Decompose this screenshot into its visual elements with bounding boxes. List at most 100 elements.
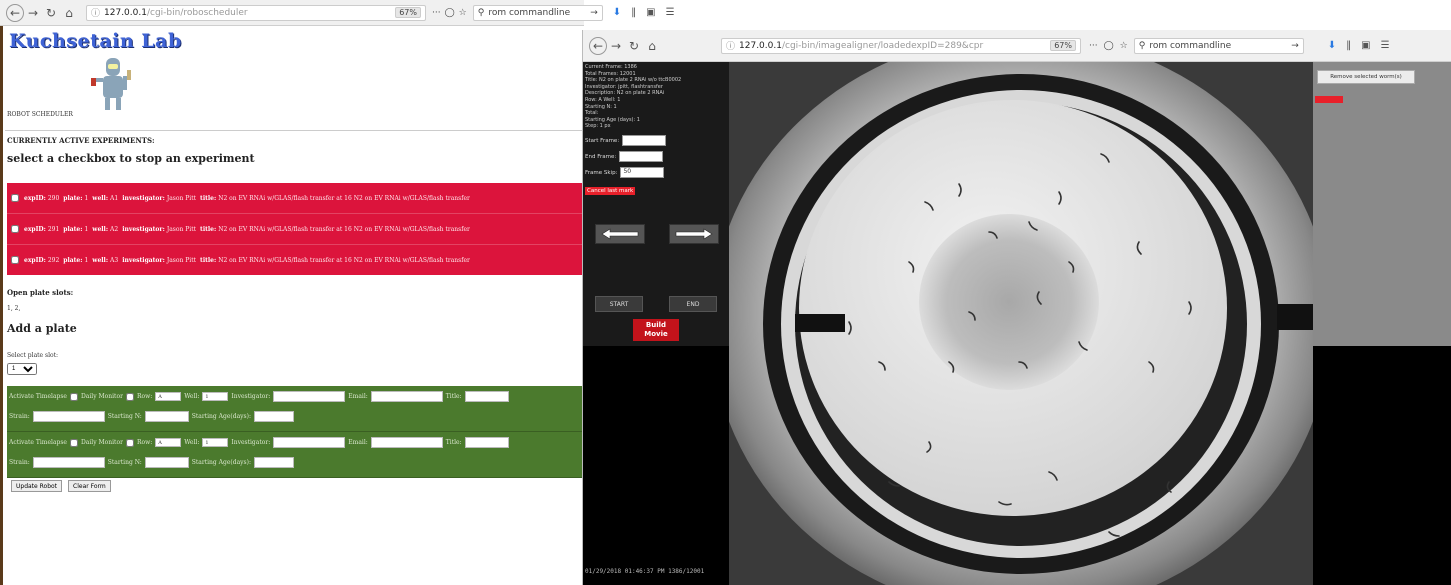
control-panel: Current Frame: 1386 Total Frames: 12001 … xyxy=(583,62,729,346)
starting-age-input[interactable] xyxy=(253,411,294,422)
zoom-level[interactable]: 67% xyxy=(395,7,421,18)
search-text: rom commandline xyxy=(488,7,571,18)
investigator-label: investigator: xyxy=(122,225,165,233)
sidebar-icon[interactable]: ▣ xyxy=(1361,40,1370,51)
home-icon[interactable]: ⌂ xyxy=(60,4,78,22)
starting-n-input[interactable] xyxy=(144,411,189,422)
row-select[interactable]: A xyxy=(155,392,182,401)
download-icon[interactable]: ⬇ xyxy=(1328,40,1336,51)
library-icon[interactable]: ‖ xyxy=(631,7,636,18)
plate-slot-select[interactable]: 1 xyxy=(7,363,37,375)
end-frame-input[interactable] xyxy=(619,151,664,162)
timelapse-checkbox[interactable] xyxy=(70,438,78,447)
plate-form: Activate Timelapse Daily Monitor Row: A … xyxy=(7,432,584,478)
previous-frame-button[interactable] xyxy=(595,224,645,244)
selection-indicator xyxy=(1315,96,1343,103)
reload-icon[interactable]: ↻ xyxy=(625,37,643,55)
well-select[interactable]: 1 xyxy=(202,392,229,401)
more-actions-icon[interactable]: ··· xyxy=(432,8,441,18)
daily-monitor-checkbox[interactable] xyxy=(125,438,134,447)
menu-icon[interactable]: ☰ xyxy=(666,7,675,18)
search-go-icon[interactable]: → xyxy=(590,8,598,18)
info-line: Description: N2 on plate 2 RNAi xyxy=(585,90,665,97)
title-value: N2 on EV RNAi w/GLAS/flash transfer at 1… xyxy=(218,225,470,233)
daily-monitor-checkbox[interactable] xyxy=(125,392,134,401)
end-frame-row: End Frame: xyxy=(585,151,664,162)
title-label: Title: xyxy=(445,393,462,400)
title-input[interactable] xyxy=(464,437,509,448)
expid-value: 290 xyxy=(47,194,60,202)
left-search-bar[interactable]: ⚲ rom commandline → xyxy=(472,4,603,21)
title-label: Title: xyxy=(445,439,462,446)
more-actions-icon[interactable]: ··· xyxy=(1089,41,1098,51)
title-label: title: xyxy=(200,225,217,233)
worm-plate-image[interactable] xyxy=(729,62,1313,585)
zoom-level[interactable]: 67% xyxy=(1050,40,1076,51)
row-select[interactable]: A xyxy=(155,438,182,447)
starting-n-input[interactable] xyxy=(144,457,189,468)
home-icon[interactable]: ⌂ xyxy=(643,37,661,55)
start-button[interactable]: START xyxy=(595,296,643,312)
investigator-value: Jason Pitt xyxy=(166,256,197,264)
search-go-icon[interactable]: → xyxy=(1291,41,1299,51)
email-input[interactable] xyxy=(370,391,443,402)
pocket-icon[interactable]: ◯ xyxy=(1104,41,1114,51)
daily-monitor-label: Daily Monitor xyxy=(81,439,123,446)
build-movie-button[interactable]: Build Movie xyxy=(633,319,679,341)
stop-experiment-checkbox[interactable] xyxy=(11,194,19,202)
stop-experiment-checkbox[interactable] xyxy=(11,225,19,233)
info-line: Total Frames: 12001 xyxy=(585,70,636,77)
email-label: Email: xyxy=(348,439,368,446)
row-label: Row: xyxy=(136,393,153,400)
update-robot-button[interactable]: Update Robot xyxy=(11,480,63,492)
forward-arrow-icon[interactable]: → xyxy=(607,37,625,55)
strain-input[interactable] xyxy=(32,457,105,468)
plate-label: plate: xyxy=(63,194,83,202)
back-arrow-icon[interactable]: ← xyxy=(589,36,607,55)
bookmark-star-icon[interactable]: ☆ xyxy=(1120,41,1128,51)
investigator-input[interactable] xyxy=(273,437,346,448)
info-line: Title: N2 on plate 2 RNAi w/o ttcB0002 xyxy=(585,77,682,84)
sidebar-icon[interactable]: ▣ xyxy=(646,7,655,18)
download-icon[interactable]: ⬇ xyxy=(613,7,621,18)
stop-experiment-heading: select a checkbox to stop an experiment xyxy=(7,152,255,165)
forward-arrow-icon[interactable]: → xyxy=(24,4,42,22)
open-slots-heading: Open plate slots: xyxy=(7,288,74,297)
info-line: Step: 1 px xyxy=(585,123,611,130)
right-search-bar[interactable]: ⚲ rom commandline → xyxy=(1133,37,1304,54)
stop-experiment-checkbox[interactable] xyxy=(11,256,19,264)
starting-age-input[interactable] xyxy=(253,457,294,468)
investigator-input[interactable] xyxy=(273,391,346,402)
plate-form: Activate Timelapse Daily Monitor Row: A … xyxy=(7,386,584,432)
pocket-icon[interactable]: ◯ xyxy=(445,8,455,18)
image-aligner-page: Current Frame: 1386 Total Frames: 12001 … xyxy=(583,62,1451,585)
plate-label: plate: xyxy=(63,256,83,264)
well-select[interactable]: 1 xyxy=(202,438,229,447)
info-icon: ⓘ xyxy=(726,42,736,52)
well-value: A3 xyxy=(110,256,119,264)
next-frame-button[interactable] xyxy=(669,224,719,244)
bookmark-star-icon[interactable]: ☆ xyxy=(459,8,467,18)
info-line: Row: A Well: 1 xyxy=(585,96,621,103)
left-url-bar[interactable]: ⓘ 127.0.0.1 /cgi-bin/roboscheduler 67% xyxy=(86,4,426,21)
frame-skip-input[interactable]: 50 xyxy=(620,167,665,178)
info-line: Starting N: 1 xyxy=(585,103,617,110)
clear-form-button[interactable]: Clear Form xyxy=(68,480,111,492)
robot-mascot-icon xyxy=(91,58,131,110)
remove-selected-worms-button[interactable]: Remove selected worm(s) xyxy=(1317,70,1415,84)
reload-icon[interactable]: ↻ xyxy=(42,4,60,22)
add-plate-forms: Activate Timelapse Daily Monitor Row: A … xyxy=(7,386,584,478)
end-button[interactable]: END xyxy=(669,296,717,312)
menu-icon[interactable]: ☰ xyxy=(1381,40,1390,51)
timelapse-checkbox[interactable] xyxy=(70,392,78,401)
email-input[interactable] xyxy=(370,437,443,448)
title-input[interactable] xyxy=(464,391,509,402)
start-frame-input[interactable] xyxy=(622,135,667,146)
back-arrow-icon[interactable]: ← xyxy=(6,3,24,22)
right-url-bar[interactable]: ⓘ 127.0.0.1 /cgi-bin/imagealigner/loaded… xyxy=(721,37,1081,54)
cancel-last-mark-button[interactable]: Cancel last mark xyxy=(585,187,636,195)
library-icon[interactable]: ‖ xyxy=(1346,40,1351,51)
strain-input[interactable] xyxy=(32,411,105,422)
robot-scheduler-page: Kuchsetain Lab ROBOT SCHEDULER CURRENTLY… xyxy=(0,26,585,585)
info-line: Total: xyxy=(585,110,599,117)
